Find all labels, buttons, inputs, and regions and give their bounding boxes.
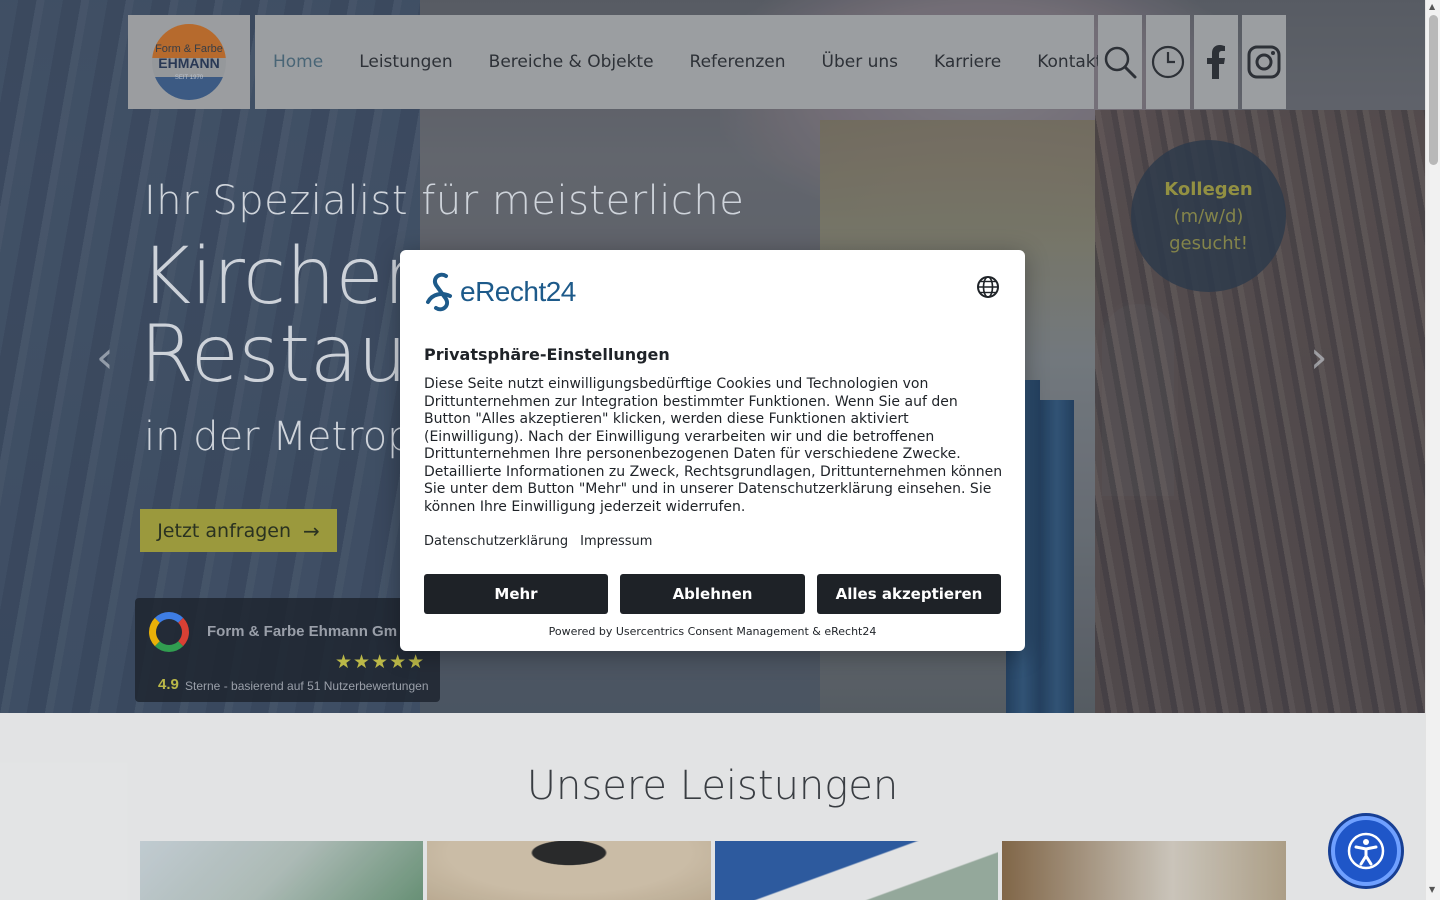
hero-title: Kirchen Restaur — [140, 238, 439, 394]
service-card[interactable] — [1002, 841, 1286, 900]
nav-item-home[interactable]: Home — [273, 52, 323, 72]
job-badge-line2: (m/w/d) — [1173, 205, 1244, 227]
section-title: Unsere Leistungen — [526, 763, 899, 809]
review-rating-text: Sterne - basierend auf 51 Nutzerbewertun… — [185, 679, 429, 693]
imprint-link[interactable]: Impressum — [580, 534, 652, 549]
slider-prev-icon[interactable]: ‹ — [96, 332, 114, 383]
site-logo[interactable]: Form & Farbe EHMANN SEIT 1970 — [128, 15, 250, 109]
globe-icon — [977, 276, 999, 298]
accept-all-button[interactable]: Alles akzeptieren — [817, 574, 1001, 614]
accessibility-icon — [1347, 832, 1385, 870]
review-company-name: Form & Farbe Ehmann Gm — [207, 623, 398, 640]
job-badge-line3: gesucht! — [1169, 232, 1248, 254]
opening-hours-button[interactable] — [1146, 15, 1190, 109]
search-button[interactable] — [1098, 15, 1142, 109]
request-button[interactable]: Jetzt anfragen → — [140, 509, 337, 552]
facebook-button[interactable] — [1194, 15, 1238, 109]
scroll-down-icon[interactable]: ▼ — [1429, 885, 1435, 894]
hero-subtitle: Ihr Spezialist für meisterliche — [144, 178, 745, 224]
hero-title-line1: Kirchen — [140, 232, 433, 322]
clock-icon — [1151, 45, 1185, 79]
hero-title-line2: Restaur — [140, 310, 440, 400]
job-badge-line1: Kollegen — [1164, 178, 1253, 200]
nav-item-kontakt[interactable]: Kontakt — [1037, 52, 1102, 72]
nav-item-leistungen[interactable]: Leistungen — [359, 52, 452, 72]
page-scrollbar[interactable]: ▲ ▼ — [1425, 0, 1440, 900]
review-rating: 4.9 — [158, 676, 179, 693]
hero-tagline: in der Metropo — [144, 414, 438, 460]
slider-next-icon[interactable]: › — [1310, 332, 1328, 383]
nav-item-karriere[interactable]: Karriere — [934, 52, 1001, 72]
main-navigation: Home Leistungen Bereiche & Objekte Refer… — [255, 15, 1102, 109]
erecht24-logo-icon — [426, 272, 452, 312]
language-button[interactable] — [976, 275, 1000, 303]
nav-item-bereiche-objekte[interactable]: Bereiche & Objekte — [489, 52, 654, 72]
erecht24-logo: eRecht24 — [424, 272, 576, 312]
review-stars: ★★★★★ — [335, 651, 426, 673]
search-icon — [1104, 46, 1137, 79]
instagram-icon — [1247, 45, 1281, 79]
google-review-widget[interactable]: Form & Farbe Ehmann Gm ★★★★★ 4.9 Sterne … — [135, 598, 440, 702]
more-button[interactable]: Mehr — [424, 574, 608, 614]
cookie-dialog-description: Diese Seite nutzt einwilligungsbedürftig… — [424, 376, 1003, 515]
cookie-consent-dialog: eRecht24 Privatsphäre-Einstellungen Dies… — [400, 250, 1025, 651]
scrollbar-thumb[interactable] — [1429, 15, 1438, 165]
logo-emblem: Form & Farbe EHMANN SEIT 1970 — [152, 24, 226, 100]
privacy-policy-link[interactable]: Datenschutzerklärung — [424, 534, 568, 549]
logo-text-line1: Form & Farbe — [155, 43, 223, 55]
decline-button[interactable]: Ablehnen — [620, 574, 805, 614]
powered-by-text: Powered by Usercentrics Consent Manageme… — [548, 625, 877, 638]
job-badge[interactable]: Kollegen (m/w/d) gesucht! — [1131, 140, 1286, 292]
arrow-right-icon: → — [303, 518, 320, 543]
google-logo-icon — [149, 612, 189, 652]
request-button-label: Jetzt anfragen — [157, 519, 292, 542]
service-card[interactable] — [427, 841, 711, 900]
instagram-button[interactable] — [1242, 15, 1286, 109]
nav-item-referenzen[interactable]: Referenzen — [690, 52, 786, 72]
logo-text-line3: SEIT 1970 — [174, 75, 204, 81]
logo-text-line2: EHMANN — [158, 55, 220, 71]
accessibility-button[interactable] — [1331, 816, 1401, 886]
facebook-icon — [1207, 45, 1225, 79]
cookie-dialog-links: Datenschutzerklärung Impressum — [424, 534, 652, 549]
erecht24-brand-text: eRecht24 — [460, 276, 576, 307]
service-card[interactable] — [715, 841, 998, 900]
service-card[interactable] — [140, 841, 423, 900]
cookie-dialog-heading: Privatsphäre-Einstellungen — [424, 345, 670, 364]
scroll-up-icon[interactable]: ▲ — [1429, 2, 1435, 11]
nav-item-ueber-uns[interactable]: Über uns — [822, 52, 899, 72]
